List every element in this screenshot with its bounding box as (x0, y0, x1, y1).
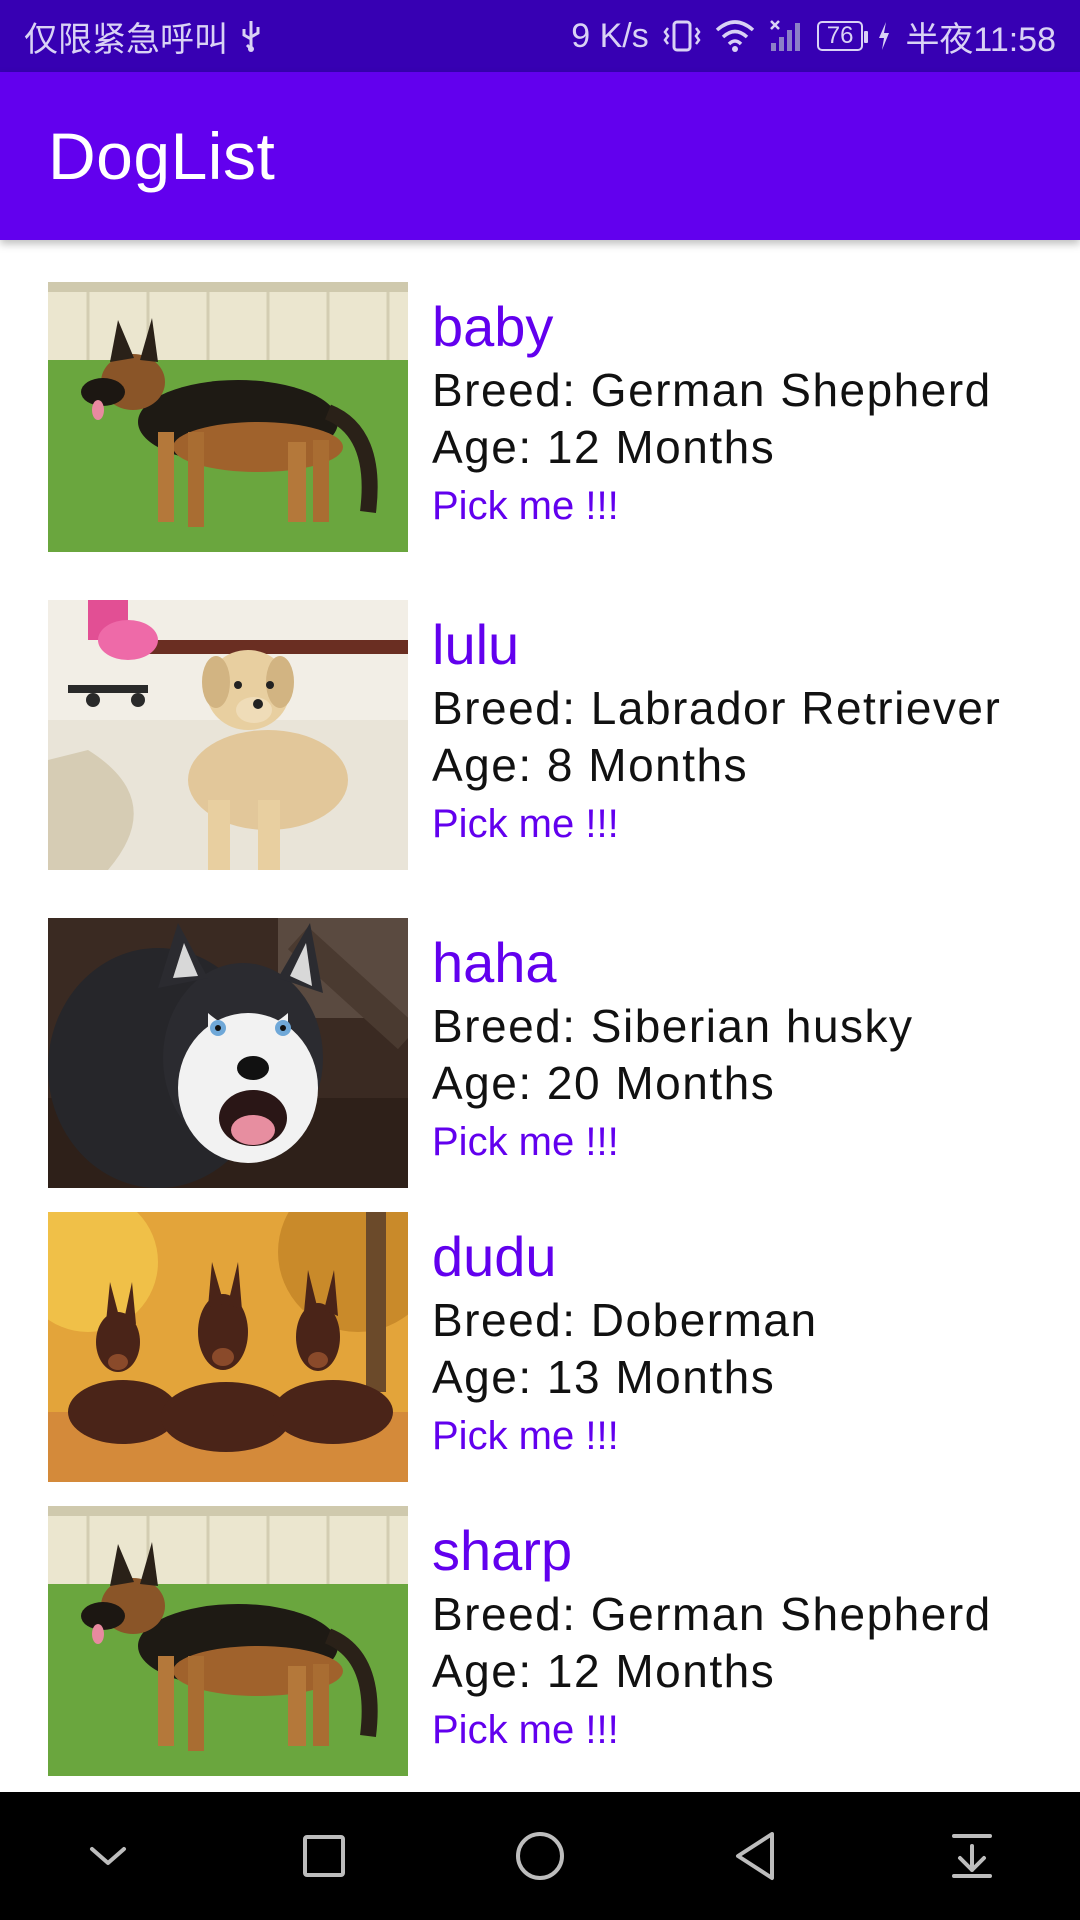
app-bar: DogList (0, 72, 1080, 240)
dog-breed: Breed: German Shepherd (432, 1588, 992, 1640)
home-icon[interactable] (490, 1806, 590, 1906)
german-shepherd-photo (48, 282, 408, 552)
dog-list[interactable]: baby Breed: German Shepherd Age: 12 Mont… (0, 240, 1080, 1792)
usb-icon (238, 19, 264, 53)
dog-name: lulu (432, 613, 520, 676)
german-shepherd-photo (48, 1506, 408, 1776)
dog-name: sharp (432, 1519, 573, 1582)
dog-name: dudu (432, 1225, 557, 1288)
dog-breed: Breed: Siberian husky (432, 1000, 914, 1052)
back-icon[interactable] (706, 1806, 806, 1906)
charging-icon (877, 21, 891, 51)
pick-me-button[interactable]: Pick me !!! (432, 1406, 619, 1466)
vibrate-icon (663, 20, 701, 52)
battery-icon: 76 (816, 21, 869, 51)
notifications-icon[interactable] (922, 1806, 1022, 1906)
navigation-bar (0, 1792, 1080, 1920)
dog-age: Age: 12 Months (432, 1645, 776, 1697)
dog-age: Age: 20 Months (432, 1057, 776, 1109)
network-speed: 9 K/s (571, 16, 649, 55)
collapse-icon[interactable] (58, 1806, 158, 1906)
dog-breed: Breed: Labrador Retriever (432, 682, 1002, 734)
signal-icon (769, 19, 803, 53)
clock: 半夜11:58 (905, 20, 1056, 59)
dog-age: Age: 12 Months (432, 421, 776, 473)
husky-photo (48, 918, 408, 1188)
doberman-photo (48, 1212, 408, 1482)
dog-name: baby (432, 295, 554, 358)
dog-breed: Breed: German Shepherd (432, 364, 992, 416)
pick-me-button[interactable]: Pick me !!! (432, 1112, 619, 1172)
pick-me-button[interactable]: Pick me !!! (432, 1700, 619, 1760)
carrier-text: 仅限紧急呼叫 (24, 20, 228, 59)
dog-age: Age: 13 Months (432, 1351, 776, 1403)
pick-me-button[interactable]: Pick me !!! (432, 476, 619, 536)
wifi-icon (715, 20, 755, 52)
dog-breed: Breed: Doberman (432, 1294, 818, 1346)
status-bar: 仅限紧急呼叫 9 K/s 76 半夜11:58 (0, 0, 1080, 72)
dog-name: haha (432, 931, 557, 994)
recents-icon[interactable] (274, 1806, 374, 1906)
labrador-photo (48, 600, 408, 870)
pick-me-button[interactable]: Pick me !!! (432, 794, 619, 854)
app-title: DogList (48, 119, 276, 193)
dog-age: Age: 8 Months (432, 739, 749, 791)
